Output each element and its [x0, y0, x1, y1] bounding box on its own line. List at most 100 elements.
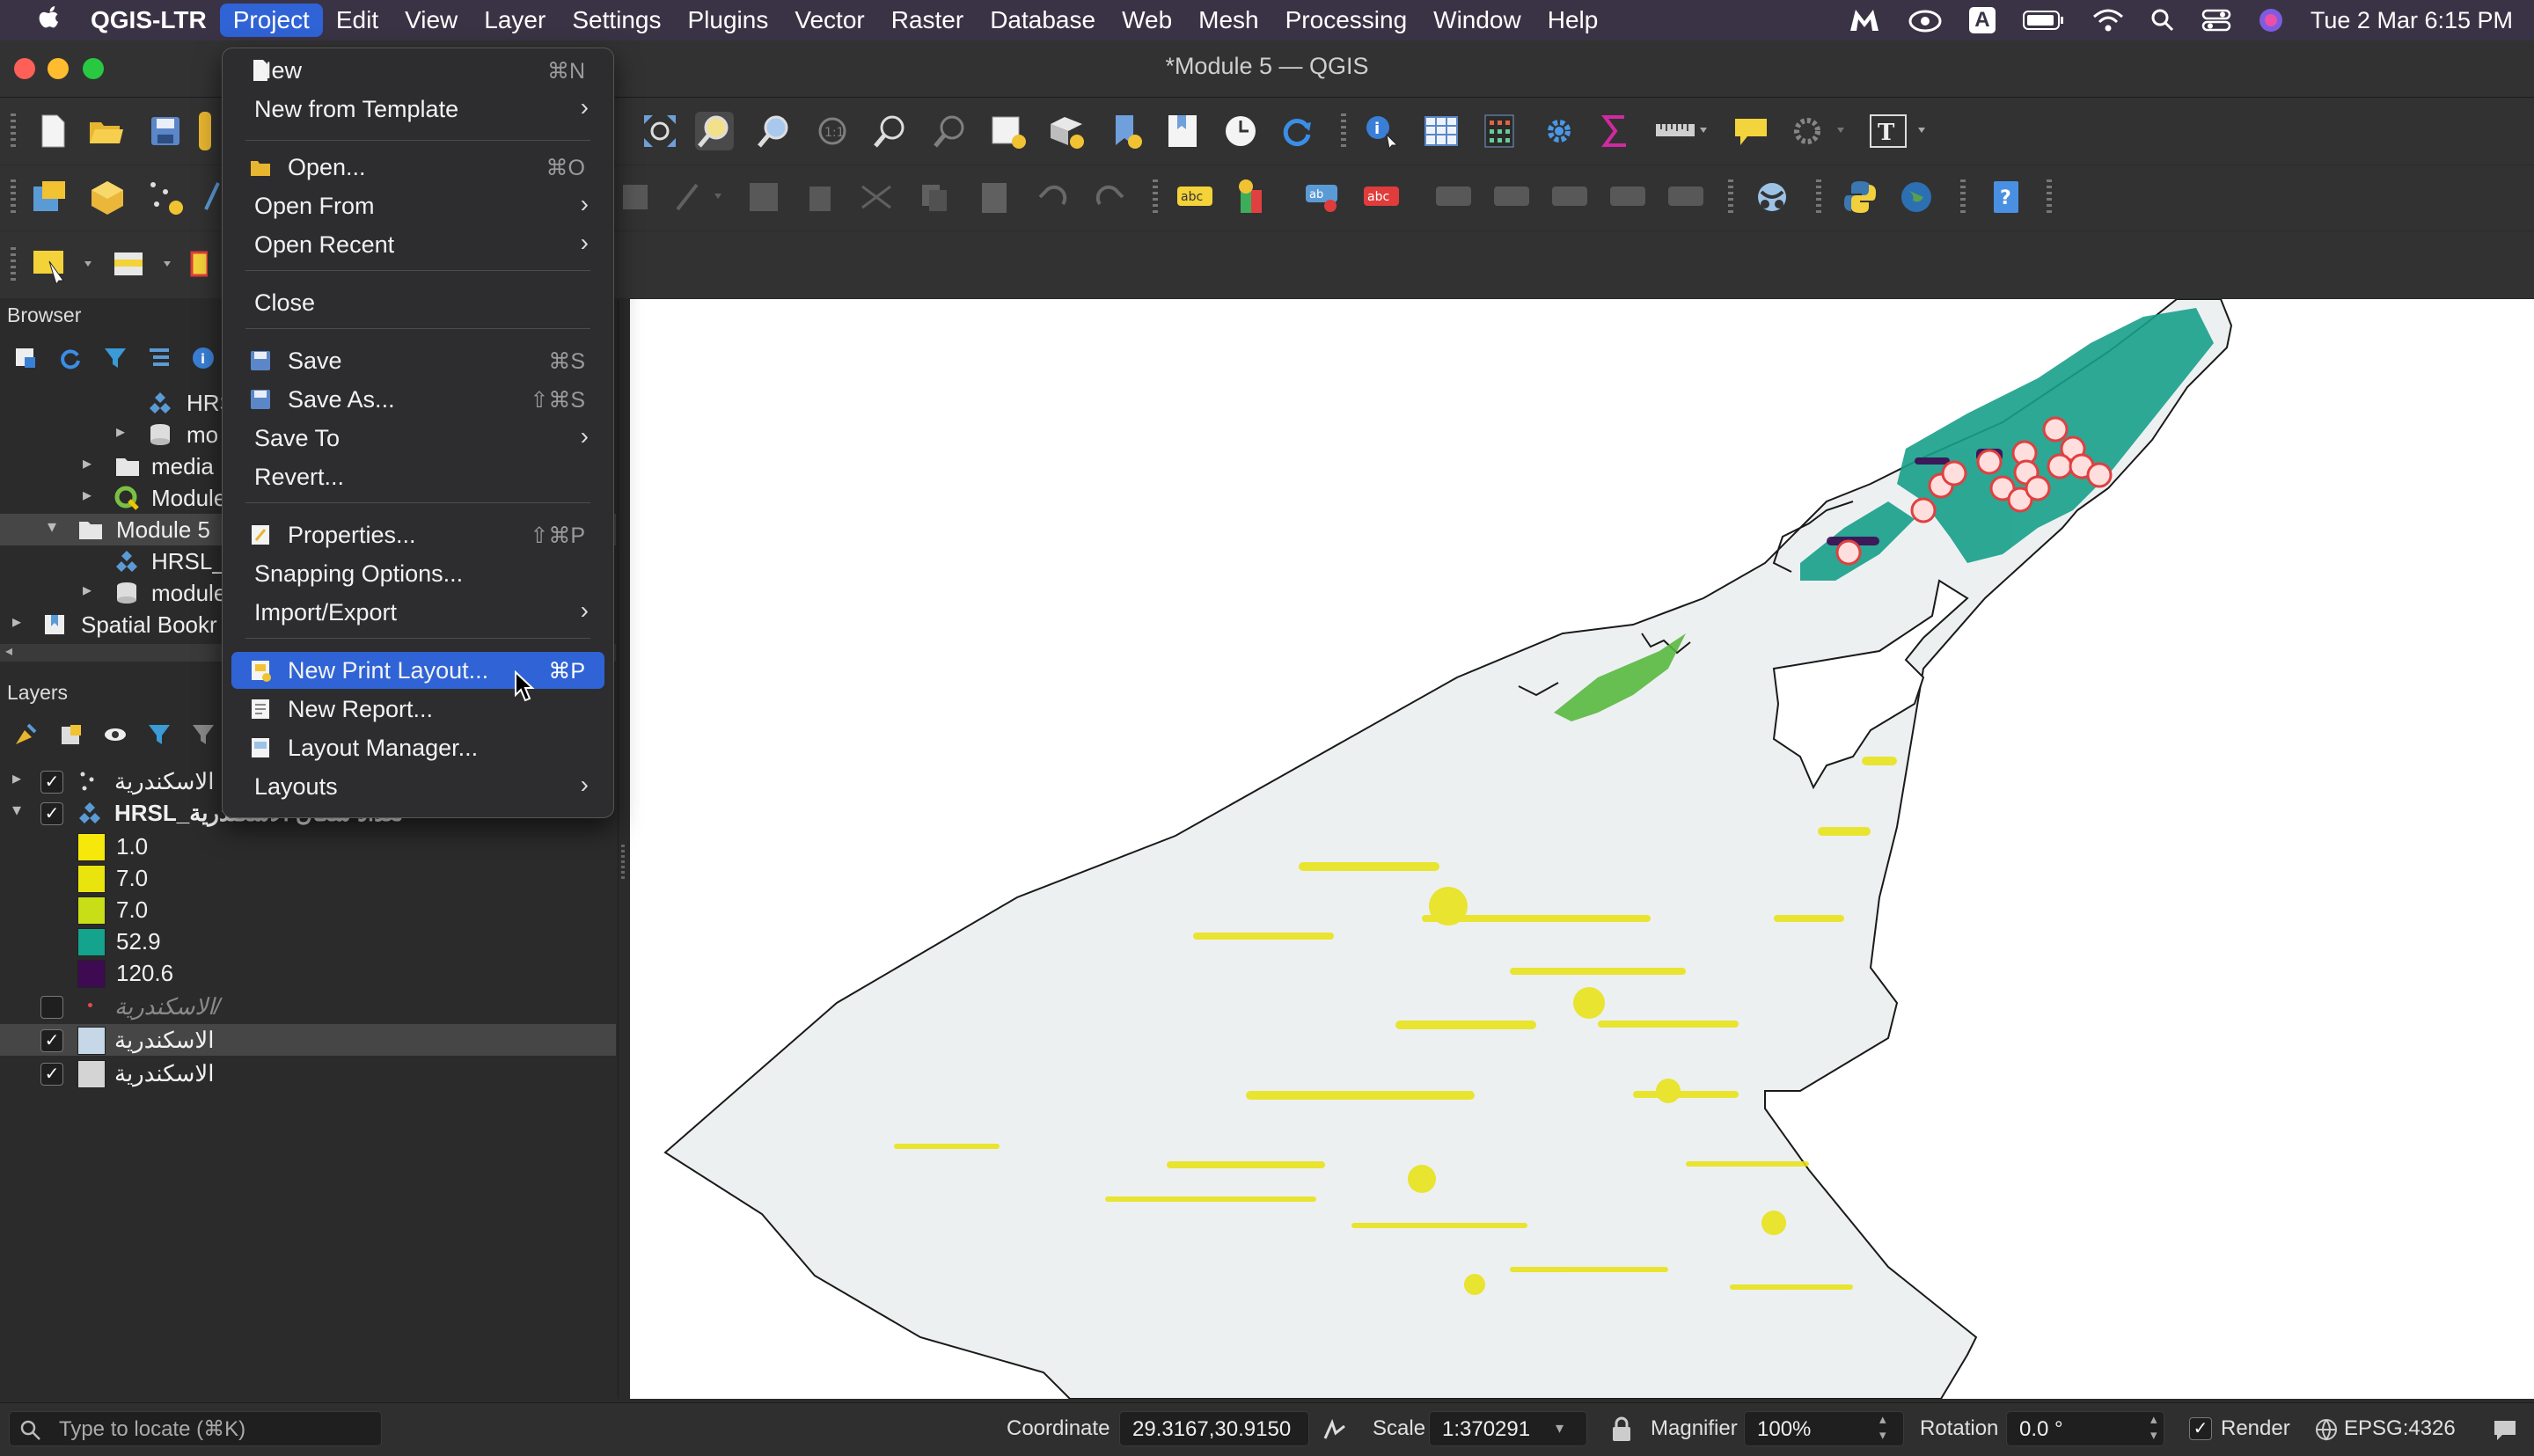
menu-window[interactable]: Window: [1420, 0, 1534, 40]
browser-info-icon[interactable]: i: [190, 345, 216, 371]
toolbar-partial-icon[interactable]: [202, 178, 222, 216]
measure-line-icon[interactable]: [1654, 112, 1710, 150]
rotation-spinbox[interactable]: 0.0 °: [2006, 1411, 2164, 1446]
layer-visibility-checkbox[interactable]: ✓: [40, 802, 63, 825]
new-scratch-layer-icon[interactable]: [146, 178, 185, 216]
menu-raster[interactable]: Raster: [878, 0, 977, 40]
menu-layer[interactable]: Layer: [471, 0, 559, 40]
expand-arrow-icon[interactable]: ▸: [12, 611, 21, 633]
malwarebytes-icon[interactable]: [1848, 7, 1881, 33]
input-source-icon[interactable]: A: [1968, 7, 1996, 33]
menu-item-snapping-options[interactable]: Snapping Options...: [231, 555, 604, 592]
save-project-icon[interactable]: [146, 112, 185, 150]
vertex-tool-icon[interactable]: [672, 178, 734, 216]
menu-item-new-print-layout[interactable]: New Print Layout... ⌘P: [231, 652, 604, 689]
refresh-browser-icon[interactable]: [56, 345, 83, 371]
toolbar-grip[interactable]: [1816, 179, 1821, 215]
menu-settings[interactable]: Settings: [559, 0, 674, 40]
toolbar-grip[interactable]: [2047, 179, 2052, 215]
toolbar-grip[interactable]: [11, 179, 16, 215]
menu-project[interactable]: Project: [219, 4, 323, 37]
menu-item-layouts[interactable]: Layouts ›: [231, 768, 604, 805]
menu-mesh[interactable]: Mesh: [1185, 0, 1271, 40]
toolbar-grip[interactable]: [11, 247, 16, 282]
crs-globe-icon[interactable]: [2314, 1417, 2339, 1442]
menu-item-new[interactable]: New ⌘N: [231, 52, 604, 89]
battery-icon[interactable]: [2022, 9, 2066, 32]
statistical-summary-icon[interactable]: [1596, 112, 1635, 150]
messages-icon[interactable]: [2492, 1417, 2518, 1442]
label-properties-icon[interactable]: [1666, 178, 1705, 216]
menu-database[interactable]: Database: [977, 0, 1109, 40]
new-geopackage-icon[interactable]: [88, 178, 127, 216]
zoom-in-icon[interactable]: [695, 112, 734, 150]
menu-item-close[interactable]: Close: [231, 284, 604, 321]
menu-item-save[interactable]: Save ⌘S: [231, 342, 604, 379]
layer-row-hidden-points[interactable]: ✓ الاسكندرية/: [0, 991, 616, 1022]
filter-browser-icon[interactable]: [102, 345, 128, 371]
paste-features-icon[interactable]: [975, 178, 1014, 216]
quickmapservices-icon[interactable]: [1753, 178, 1791, 216]
show-map-tips-icon[interactable]: [1732, 112, 1770, 150]
menu-app-name[interactable]: QGIS-LTR: [77, 0, 220, 40]
toolbar-partial-icon[interactable]: [188, 245, 208, 284]
data-source-manager-icon[interactable]: [30, 178, 69, 216]
apple-logo-icon[interactable]: [35, 5, 62, 35]
cloud-sync-icon[interactable]: [1908, 7, 1943, 33]
toolbar-grip[interactable]: [1728, 179, 1733, 215]
modify-attributes-icon[interactable]: [744, 178, 783, 216]
toolbar-grip[interactable]: [1341, 113, 1346, 149]
digitize-tool-icon[interactable]: [616, 178, 655, 216]
layer-visibility-checkbox[interactable]: ✓: [40, 996, 63, 1019]
menu-item-new-from-template[interactable]: New from Template ›: [231, 91, 604, 128]
lock-scale-icon[interactable]: [1610, 1416, 1633, 1444]
layer-diagram-icon[interactable]: [1234, 178, 1272, 216]
menu-web[interactable]: Web: [1109, 0, 1185, 40]
rotation-stepper-icon[interactable]: ▴ ▾: [2150, 1412, 2157, 1444]
menubar-clock[interactable]: Tue 2 Mar 6:15 PM: [2311, 7, 2513, 34]
toolbar-grip[interactable]: [1960, 179, 1966, 215]
plugin-globe-icon[interactable]: [1897, 178, 1936, 216]
identify-features-icon[interactable]: i: [1362, 112, 1401, 150]
move-label-icon[interactable]: [1434, 178, 1473, 216]
manage-visibility-icon[interactable]: [102, 721, 128, 748]
menu-vector[interactable]: Vector: [781, 0, 877, 40]
expand-arrow-icon[interactable]: ▸: [12, 767, 21, 789]
new-bookmark-icon[interactable]: [1107, 112, 1146, 150]
magnifier-stepper-icon[interactable]: ▴ ▾: [1879, 1412, 1886, 1444]
new-project-icon[interactable]: [33, 112, 72, 150]
layer-visibility-checkbox[interactable]: ✓: [40, 1029, 63, 1052]
rotate-label-icon[interactable]: [1492, 178, 1531, 216]
locator-search-input[interactable]: Type to locate (⌘K): [9, 1411, 382, 1446]
expand-arrow-icon[interactable]: ▸: [83, 452, 92, 474]
layer-visibility-checkbox[interactable]: ✓: [40, 1063, 63, 1086]
menu-item-open[interactable]: Open... ⌘O: [231, 149, 604, 186]
pin-labels-icon[interactable]: ab: [1304, 178, 1343, 216]
layer-row-polygon-2[interactable]: ✓ الاسكندرية: [0, 1057, 616, 1089]
crs-button[interactable]: EPSG:4326: [2344, 1416, 2456, 1441]
siri-icon[interactable]: [2258, 7, 2284, 33]
menu-item-layout-manager[interactable]: Layout Manager...: [231, 729, 604, 766]
menu-help[interactable]: Help: [1534, 0, 1612, 40]
dock-splitter[interactable]: [618, 299, 629, 1399]
new-3d-map-view-icon[interactable]: [1047, 112, 1086, 150]
zoom-native-icon[interactable]: 1:1: [813, 112, 852, 150]
menu-item-open-from[interactable]: Open From ›: [231, 187, 604, 224]
filter-legend-icon[interactable]: [146, 721, 172, 748]
render-checkbox[interactable]: ✓: [2189, 1417, 2212, 1440]
menu-plugins[interactable]: Plugins: [675, 0, 782, 40]
expand-arrow-icon[interactable]: ▸: [83, 579, 92, 601]
copy-features-icon[interactable]: [915, 178, 954, 216]
toolbar-partial-icon[interactable]: [199, 112, 211, 150]
temporal-controller-icon[interactable]: [1221, 112, 1260, 150]
select-features-icon[interactable]: [30, 245, 100, 284]
open-project-icon[interactable]: [86, 112, 125, 150]
menu-item-open-recent[interactable]: Open Recent ›: [231, 226, 604, 263]
menu-item-import-export[interactable]: Import/Export ›: [231, 594, 604, 631]
show-bookmarks-icon[interactable]: [1163, 112, 1202, 150]
toolbar-grip[interactable]: [1153, 179, 1158, 215]
layer-visibility-checkbox[interactable]: ✓: [40, 771, 63, 794]
menu-processing[interactable]: Processing: [1272, 0, 1421, 40]
add-group-icon[interactable]: [58, 721, 84, 748]
add-selected-layers-icon[interactable]: [12, 345, 39, 371]
